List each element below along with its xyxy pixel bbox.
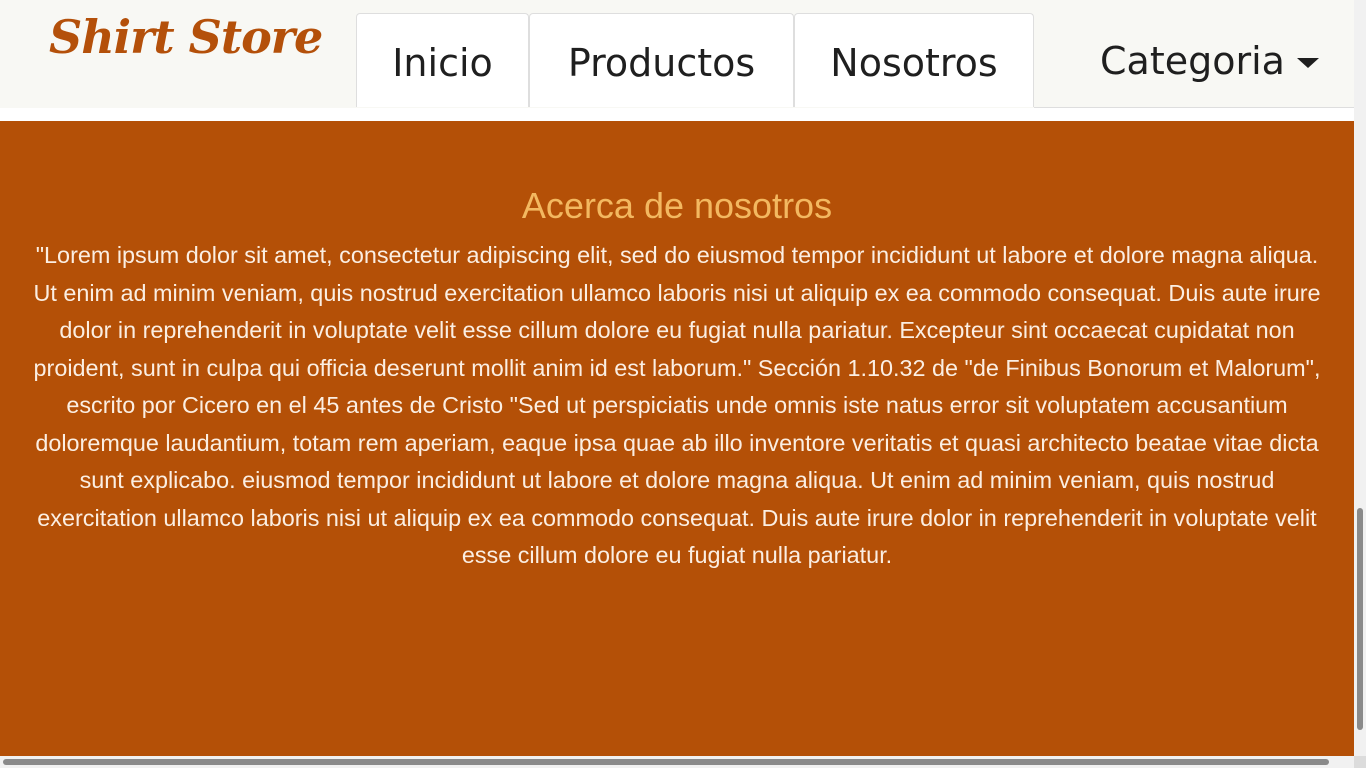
page-viewport: Shirt Store Inicio Productos Nosotros Ca…: [0, 0, 1354, 756]
navbar: Shirt Store Inicio Productos Nosotros Ca…: [0, 0, 1354, 108]
caret-down-icon: [1296, 58, 1319, 68]
tab-productos[interactable]: Productos: [529, 13, 794, 107]
about-section: Acerca de nosotros "Lorem ipsum dolor si…: [0, 121, 1354, 756]
horizontal-scrollbar[interactable]: [0, 756, 1354, 768]
tab-nosotros[interactable]: Nosotros: [794, 13, 1034, 107]
about-title: Acerca de nosotros: [521, 185, 833, 226]
vertical-scrollbar-thumb[interactable]: [1357, 508, 1363, 730]
categoria-dropdown[interactable]: Categoria: [1100, 36, 1319, 86]
horizontal-scrollbar-thumb[interactable]: [3, 759, 1329, 765]
scrollbar-corner: [1354, 756, 1366, 768]
tab-inicio[interactable]: Inicio: [356, 13, 529, 107]
brand-logo[interactable]: Shirt Store: [49, 10, 323, 64]
vertical-scrollbar[interactable]: [1354, 0, 1366, 756]
about-body-text: "Lorem ipsum dolor sit amet, consectetur…: [33, 242, 1321, 568]
categoria-dropdown-label: Categoria: [1100, 39, 1285, 83]
nav-divider: [1034, 107, 1354, 108]
